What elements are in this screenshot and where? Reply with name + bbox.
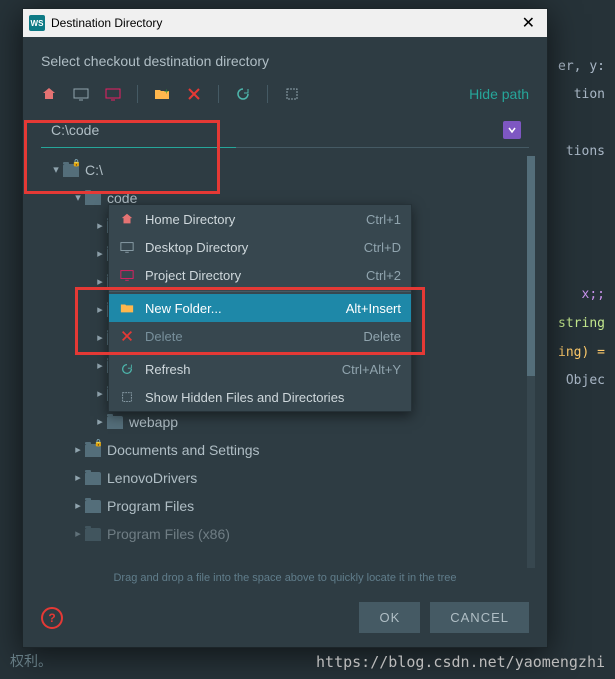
svg-text:+: + xyxy=(164,87,169,96)
context-menu-item[interactable]: DeleteDelete xyxy=(109,322,411,350)
context-menu-item[interactable]: Project DirectoryCtrl+2 xyxy=(109,261,411,289)
expand-down-icon[interactable] xyxy=(503,121,521,139)
delete-icon xyxy=(119,328,135,344)
context-menu-item[interactable]: Home DirectoryCtrl+1 xyxy=(109,205,411,233)
path-input[interactable] xyxy=(49,121,503,139)
footer-url: https://blog.csdn.net/yaomengzhi xyxy=(316,653,605,671)
close-icon[interactable]: ✕ xyxy=(516,13,541,33)
drag-drop-hint: Drag and drop a file into the space abov… xyxy=(23,568,547,592)
tree-root[interactable]: C:\ xyxy=(41,156,535,184)
delete-icon[interactable] xyxy=(186,86,202,102)
desktop-icon xyxy=(119,239,135,255)
folder-icon xyxy=(85,192,101,205)
context-menu-item[interactable]: RefreshCtrl+Alt+Y xyxy=(109,355,411,383)
tree-scrollbar[interactable] xyxy=(527,156,535,568)
refresh-icon[interactable] xyxy=(235,86,251,102)
dialog-subtitle: Select checkout destination directory xyxy=(23,37,547,81)
tree-node[interactable]: Program Files xyxy=(41,492,535,520)
project-icon[interactable] xyxy=(105,86,121,102)
tree-node[interactable]: Program Files (x86) xyxy=(41,520,535,548)
hide-path-link[interactable]: Hide path xyxy=(469,86,529,102)
tree-node[interactable]: LenovoDrivers xyxy=(41,464,535,492)
titlebar[interactable]: WS Destination Directory ✕ xyxy=(23,9,547,37)
dialog-title: Destination Directory xyxy=(51,16,162,30)
toolbar: + Hide path xyxy=(23,81,547,115)
button-row: ? OK CANCEL xyxy=(23,592,547,647)
context-menu: Home DirectoryCtrl+1Desktop DirectoryCtr… xyxy=(108,204,412,412)
show-hidden-icon[interactable] xyxy=(284,86,300,102)
footer-left-text: 权利。 xyxy=(10,651,52,671)
new-folder-icon xyxy=(119,300,135,316)
new-folder-icon[interactable]: + xyxy=(154,86,170,102)
context-menu-item[interactable]: Desktop DirectoryCtrl+D xyxy=(109,233,411,261)
context-menu-item[interactable]: New Folder...Alt+Insert xyxy=(109,294,411,322)
refresh-icon xyxy=(119,361,135,377)
path-underline xyxy=(41,147,529,148)
show-hidden-icon xyxy=(119,389,135,405)
desktop-icon[interactable] xyxy=(73,86,89,102)
help-icon[interactable]: ? xyxy=(41,607,63,629)
cancel-button[interactable]: CANCEL xyxy=(430,602,529,633)
ok-button[interactable]: OK xyxy=(359,602,420,633)
webstorm-icon: WS xyxy=(29,15,45,31)
project-icon xyxy=(119,267,135,283)
home-icon xyxy=(119,211,135,227)
context-menu-item[interactable]: Show Hidden Files and Directories xyxy=(109,383,411,411)
home-icon[interactable] xyxy=(41,86,57,102)
tree-node[interactable]: Documents and Settings xyxy=(41,436,535,464)
path-input-row xyxy=(41,115,529,145)
tree-node-webapp[interactable]: webapp xyxy=(41,408,535,436)
drive-icon xyxy=(63,164,79,177)
